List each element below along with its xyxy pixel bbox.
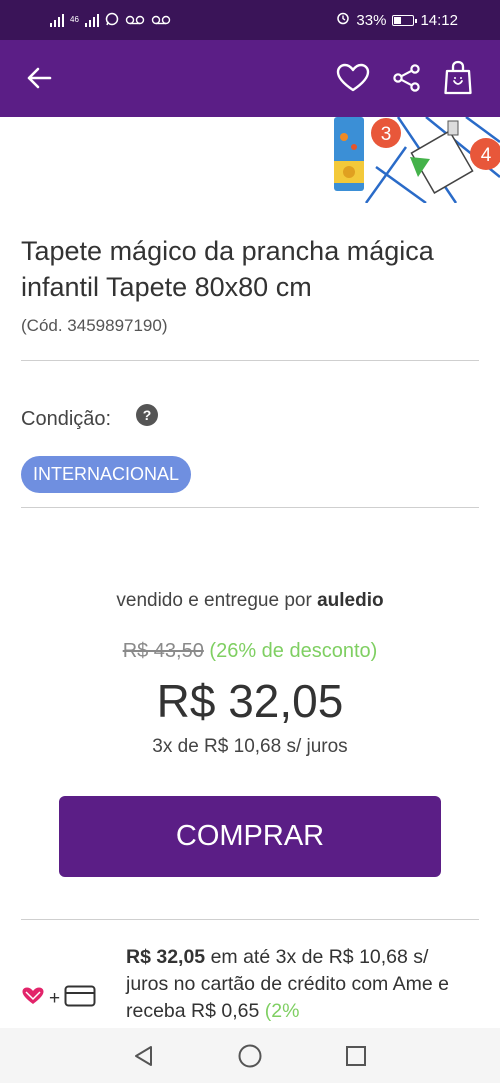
share-icon[interactable]	[387, 58, 427, 98]
back-triangle-icon[interactable]	[128, 1041, 158, 1071]
signal-icon-2	[84, 13, 99, 27]
arrow-left-icon[interactable]	[19, 58, 59, 98]
seller-prefix: vendido e entregue por	[116, 590, 312, 611]
product-code: (Cód. 3459897190)	[21, 316, 168, 335]
divider	[21, 507, 479, 508]
status-right: 33% 14:12	[336, 11, 458, 29]
home-circle-icon[interactable]	[235, 1041, 265, 1071]
old-price-row: R$ 43,50 (26% de desconto)	[0, 640, 500, 663]
divider	[21, 360, 479, 361]
ame-payment-icons: +	[21, 985, 96, 1012]
signal-icon	[50, 13, 64, 27]
condition-badge: INTERNACIONAL	[21, 456, 192, 493]
network-tag: 46	[70, 15, 79, 24]
whatsapp-icon	[105, 12, 119, 29]
product-image[interactable]: 3 4	[306, 117, 500, 203]
plus-icon: +	[49, 987, 61, 1009]
seller-name[interactable]: auledio	[317, 590, 384, 611]
alarm-icon	[336, 11, 350, 29]
step-number-4: 4	[481, 145, 492, 166]
app-header	[0, 40, 500, 117]
ame-price: R$ 32,05	[126, 946, 206, 968]
system-nav-bar	[0, 1028, 500, 1083]
ame-cashback-percent: (2%	[264, 1000, 300, 1022]
credit-card-icon	[64, 985, 96, 1012]
shopping-bag-icon[interactable]	[438, 58, 478, 98]
buy-button[interactable]: COMPRAR	[59, 796, 441, 877]
product-title: Tapete mágico da prancha mágica infantil…	[21, 236, 434, 302]
ame-promo-text: R$ 32,05 em até 3x de R$ 10,68 s/ juros …	[126, 944, 456, 1025]
condition-label: Condição:	[21, 408, 112, 430]
battery-icon	[392, 14, 418, 26]
status-left: 46	[50, 12, 171, 29]
voicemail-icon-2	[151, 13, 171, 28]
status-bar: 46 33% 14:12	[0, 0, 500, 40]
clock: 14:12	[420, 11, 458, 29]
recents-square-icon[interactable]	[341, 1041, 371, 1071]
old-price: R$ 43,50	[122, 640, 204, 662]
step-number-3: 3	[381, 124, 392, 145]
help-icon[interactable]: ?	[136, 404, 158, 426]
divider	[21, 919, 479, 920]
heart-outline-icon[interactable]	[333, 58, 373, 98]
seller-info: vendido e entregue por auledio	[0, 590, 500, 612]
ame-heart-icon	[21, 986, 45, 1011]
voicemail-icon	[125, 13, 145, 28]
current-price: R$ 32,05	[156, 675, 344, 727]
installments: 3x de R$ 10,68 s/ juros	[152, 736, 348, 757]
battery-level-fill	[394, 16, 402, 24]
battery-percent: 33%	[356, 11, 387, 29]
discount-label: (26% de desconto)	[209, 640, 378, 662]
